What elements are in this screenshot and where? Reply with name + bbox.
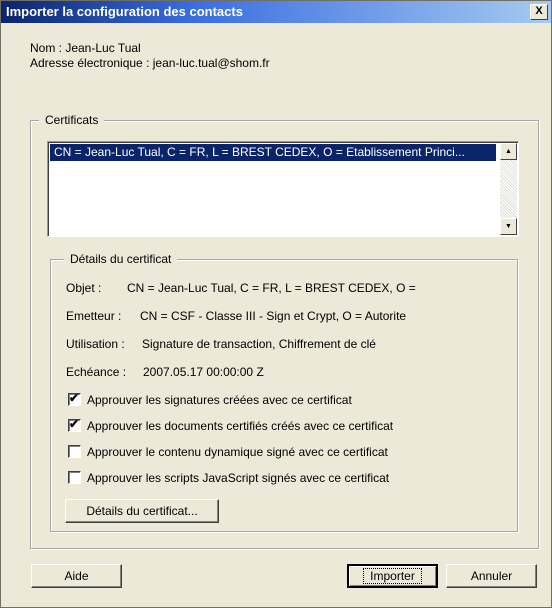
checkbox-approve-documents[interactable]: ✔ Approuver les documents certifiés créés… [68, 417, 394, 433]
certificate-list[interactable]: CN = Jean-Luc Tual, C = FR, L = BREST CE… [47, 141, 519, 237]
utilisation-value: Signature de transaction, Chiffrement de… [142, 337, 376, 351]
close-button[interactable]: X [530, 4, 548, 20]
help-button[interactable]: Aide [31, 564, 122, 588]
import-button-label: Importer [363, 568, 422, 584]
detail-echeance: Echéance : 2007.05.17 00:00:00 Z [66, 365, 264, 379]
scroll-down-icon[interactable]: ▼ [500, 218, 517, 235]
checkbox-label: Approuver le contenu dynamique signé ave… [87, 445, 388, 459]
contact-info: Nom : Jean-Luc Tual Adresse électronique… [30, 41, 270, 71]
checkbox-box[interactable]: ✔ [68, 391, 81, 406]
checkbox-approve-signatures[interactable]: ✔ Approuver les signatures créées avec ce… [68, 391, 352, 407]
checkbox-approve-javascript[interactable]: Approuver les scripts JavaScript signés … [68, 471, 389, 485]
checkbox-box[interactable] [68, 445, 81, 458]
checkbox-label: Approuver les documents certifiés créés … [87, 419, 394, 433]
contact-email: Adresse électronique : jean-luc.tual@sho… [30, 56, 270, 70]
echeance-value: 2007.05.17 00:00:00 Z [143, 365, 264, 379]
certificate-list-scrollbar[interactable]: ▲ ▼ [500, 143, 517, 235]
scroll-up-icon[interactable]: ▲ [500, 143, 517, 160]
objet-value: CN = Jean-Luc Tual, C = FR, L = BREST CE… [127, 281, 416, 295]
checkbox-box[interactable]: ✔ [68, 417, 81, 432]
echeance-label: Echéance : [66, 365, 127, 379]
checkbox-label: Approuver les scripts JavaScript signés … [87, 471, 390, 485]
details-legend: Détails du certificat [64, 252, 178, 266]
checkmark-icon: ✔ [69, 391, 80, 405]
detail-emetteur: Emetteur : CN = CSF - Classe III - Sign e… [66, 309, 406, 323]
utilisation-label: Utilisation : [66, 337, 125, 351]
cancel-button[interactable]: Annuler [446, 564, 537, 588]
certificates-legend: Certificats [39, 113, 105, 127]
certificate-details-button[interactable]: Détails du certificat... [65, 499, 219, 523]
checkbox-box[interactable] [68, 471, 81, 484]
detail-utilisation: Utilisation : Signature de transaction, C… [66, 337, 376, 351]
contact-name: Nom : Jean-Luc Tual [30, 41, 141, 55]
checkbox-label: Approuver les signatures créées avec ce … [87, 393, 352, 407]
checkmark-icon: ✔ [69, 417, 80, 431]
checkbox-approve-dynamic-content[interactable]: Approuver le contenu dynamique signé ave… [68, 445, 388, 459]
import-contact-dialog: Importer la configuration des contacts X… [0, 0, 552, 608]
title-bar[interactable]: Importer la configuration des contacts X [1, 1, 551, 23]
emetteur-label: Emetteur : [66, 309, 122, 323]
import-button[interactable]: Importer [347, 564, 438, 588]
window-title: Importer la configuration des contacts [6, 4, 243, 19]
detail-objet: Objet : CN = Jean-Luc Tual, C = FR, L = B… [66, 281, 416, 295]
objet-label: Objet : [66, 281, 102, 295]
certificate-list-item[interactable]: CN = Jean-Luc Tual, C = FR, L = BREST CE… [50, 144, 496, 161]
emetteur-value: CN = CSF - Classe III - Sign et Crypt, O… [140, 309, 407, 323]
